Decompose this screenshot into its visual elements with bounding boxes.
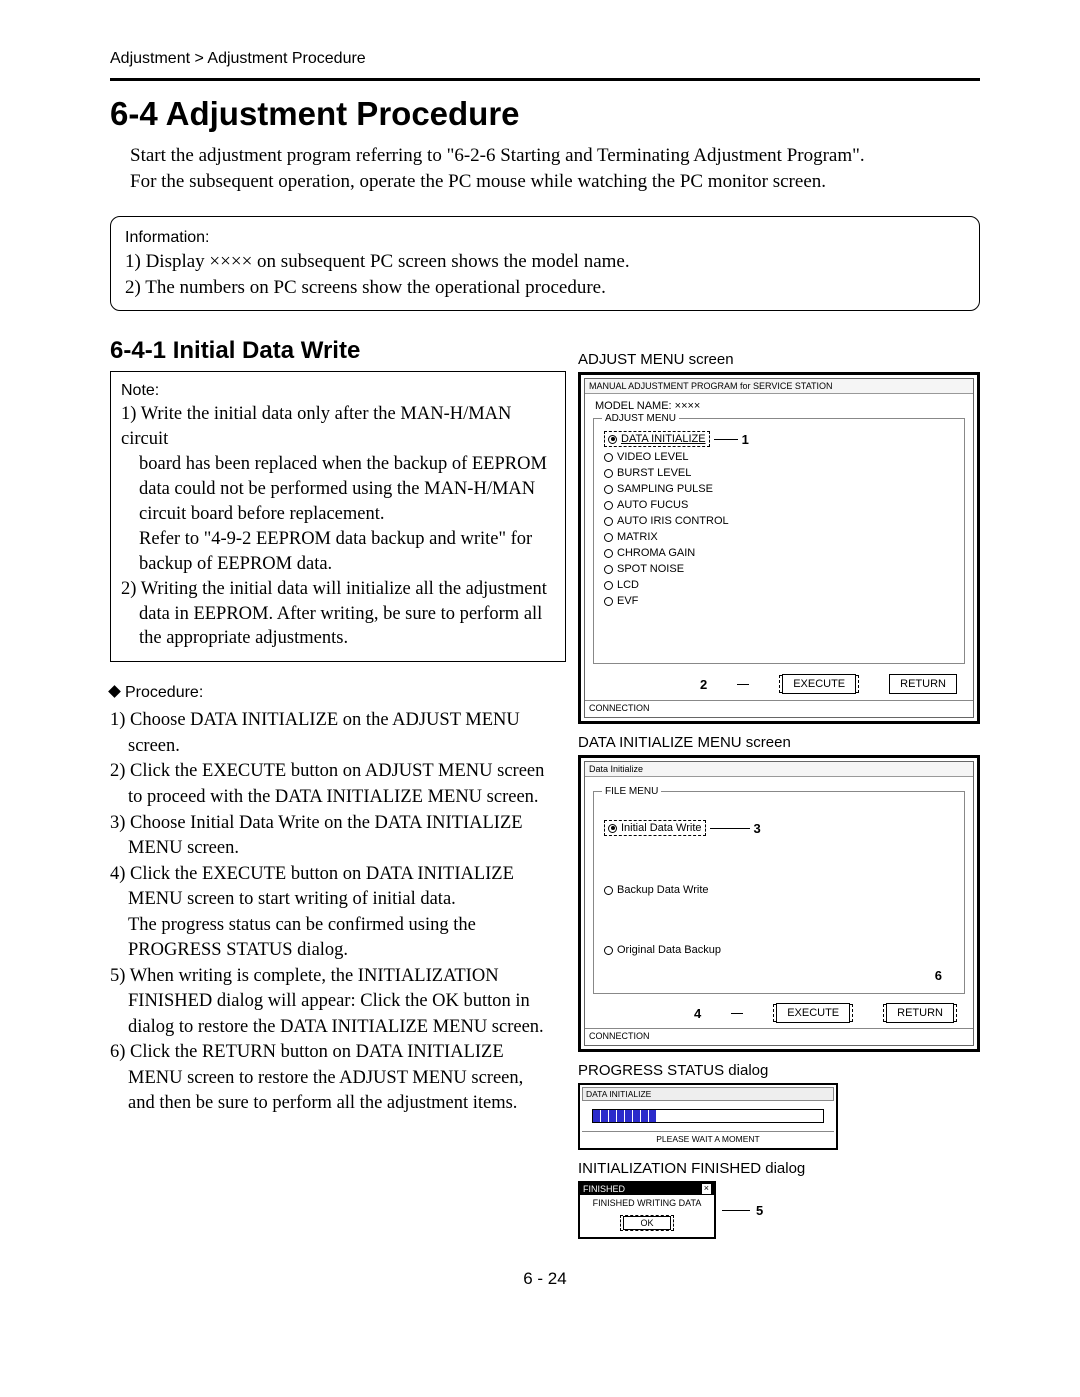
adjust-menu-group-title: ADJUST MENU (602, 413, 679, 424)
radio-icon (604, 485, 613, 494)
section-title: 6-4 Adjustment Procedure (110, 95, 980, 133)
radio-icon (604, 469, 613, 478)
adjust-item[interactable]: CHROMA GAIN (598, 545, 960, 561)
adjust-item[interactable]: BURST LEVEL (598, 465, 960, 481)
radio-filled-icon (608, 435, 617, 444)
finished-dialog: FINISHED × FINISHED WRITING DATA OK (578, 1181, 716, 1239)
procedure-list: 1) Choose DATA INITIALIZE on the ADJUST … (110, 708, 566, 1116)
progress-bar (592, 1109, 824, 1123)
callout-4: 4 (694, 1006, 701, 1021)
procedure-header: Procedure: (110, 684, 566, 702)
progress-dialog: DATA INITIALIZE PLEASE WAIT A MOMENT (578, 1083, 838, 1150)
execute-button[interactable]: EXECUTE (776, 1003, 850, 1023)
note-text: 1) Write the initial data only after the… (121, 402, 555, 652)
radio-icon (604, 597, 613, 606)
adjust-menu-screen: MANUAL ADJUSTMENT PROGRAM for SERVICE ST… (578, 372, 980, 724)
radio-filled-icon (608, 824, 617, 833)
execute-button[interactable]: EXECUTE (782, 674, 856, 694)
adjust-item[interactable]: SPOT NOISE (598, 561, 960, 577)
data-init-screen-label: DATA INITIALIZE MENU screen (578, 734, 980, 751)
adjust-menu-screen-label: ADJUST MENU screen (578, 351, 980, 368)
finished-title-text: FINISHED (583, 1184, 625, 1194)
callout-1: 1 (742, 432, 749, 447)
file-menu-group-title: FILE MENU (602, 786, 661, 797)
connection-status: CONNECTION (585, 700, 973, 715)
info-line-1: 1) Display ×××× on subsequent PC screen … (125, 249, 965, 275)
return-button[interactable]: RETURN (886, 1003, 954, 1023)
adjust-item[interactable]: AUTO FUCUS (598, 497, 960, 513)
header-rule (110, 78, 980, 81)
diamond-bullet-icon (108, 686, 121, 699)
finished-body-text: FINISHED WRITING DATA (580, 1195, 714, 1211)
adjust-menu-items: DATA INITIALIZE 1 VIDEO LEVEL BURST LEVE… (598, 429, 960, 609)
adjust-item-data-initialize[interactable]: DATA INITIALIZE 1 (598, 429, 960, 449)
information-box: Information: 1) Display ×××× on subseque… (110, 216, 980, 311)
page-number: 6 - 24 (110, 1269, 980, 1289)
return-button[interactable]: RETURN (889, 674, 957, 694)
file-item-backup-data-write[interactable]: Backup Data Write (598, 878, 960, 902)
note-box: Note: 1) Write the initial data only aft… (110, 371, 566, 662)
ok-button[interactable]: OK (623, 1216, 670, 1230)
data-init-screen: Data Initialize FILE MENU Initial Data W… (578, 755, 980, 1052)
intro-line-1: Start the adjustment program referring t… (130, 143, 980, 169)
progress-dialog-title: DATA INITIALIZE (582, 1087, 834, 1101)
radio-icon (604, 453, 613, 462)
breadcrumb: Adjustment > Adjustment Procedure (110, 50, 980, 68)
radio-icon (604, 533, 613, 542)
model-name-line: MODEL NAME: ×××× (591, 400, 967, 412)
adjust-item[interactable]: LCD (598, 577, 960, 593)
radio-icon (604, 565, 613, 574)
progress-bar-fill (593, 1110, 657, 1122)
finished-dialog-label: INITIALIZATION FINISHED dialog (578, 1160, 980, 1177)
radio-icon (604, 549, 613, 558)
note-label: Note: (121, 380, 555, 402)
radio-icon (604, 886, 613, 895)
intro-line-2: For the subsequent operation, operate th… (130, 169, 980, 195)
information-label: Information: (125, 227, 965, 249)
data-init-titlebar: Data Initialize (585, 762, 973, 777)
callout-5: 5 (756, 1203, 763, 1218)
adjust-item[interactable]: SAMPLING PULSE (598, 481, 960, 497)
adjust-item[interactable]: AUTO IRIS CONTROL (598, 513, 960, 529)
radio-icon (604, 517, 613, 526)
adjust-item[interactable]: MATRIX (598, 529, 960, 545)
callout-2: 2 (700, 677, 707, 692)
radio-icon (604, 501, 613, 510)
callout-6: 6 (935, 968, 942, 983)
subsection-title: 6-4-1 Initial Data Write (110, 337, 566, 365)
progress-message: PLEASE WAIT A MOMENT (582, 1131, 834, 1146)
file-item-initial-data-write[interactable]: Initial Data Write 3 (598, 814, 960, 842)
info-line-2: 2) The numbers on PC screens show the op… (125, 275, 965, 301)
radio-icon (604, 581, 613, 590)
adjust-item[interactable]: VIDEO LEVEL (598, 449, 960, 465)
progress-dialog-label: PROGRESS STATUS dialog (578, 1062, 980, 1079)
adjust-item[interactable]: EVF (598, 593, 960, 609)
connection-status: CONNECTION (585, 1028, 973, 1043)
adjust-menu-titlebar: MANUAL ADJUSTMENT PROGRAM for SERVICE ST… (585, 379, 973, 394)
close-icon[interactable]: × (702, 1184, 711, 1194)
file-item-original-data-backup[interactable]: Original Data Backup (598, 938, 960, 962)
radio-icon (604, 946, 613, 955)
callout-3: 3 (754, 821, 761, 836)
